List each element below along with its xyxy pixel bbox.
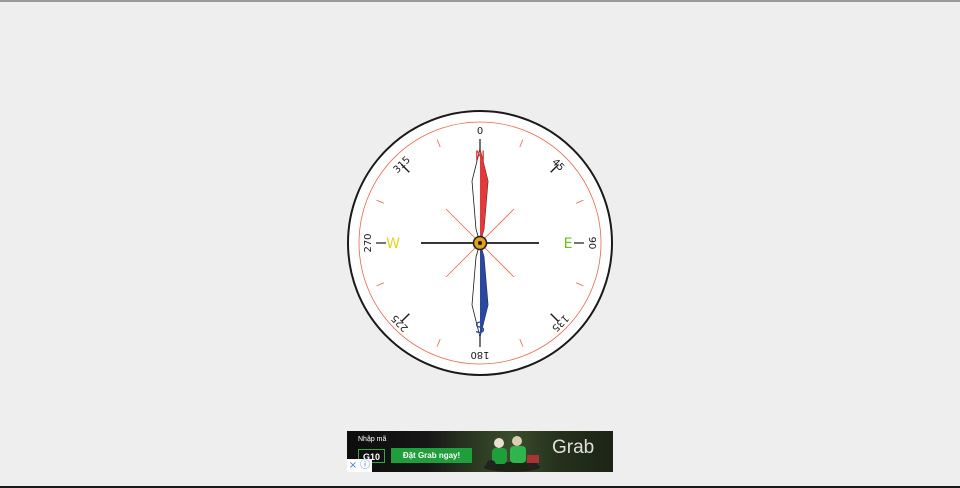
ad-riders-image [484,436,540,472]
cardinal-north: N [475,149,485,165]
ad-brand-logo: Grab [552,437,595,458]
cardinal-south: S [475,318,485,337]
degree-label-90: 90 [586,237,597,250]
ad-promo-label: Nhập mã [358,436,387,443]
compass-widget: N E S W 0 45 90 135 180 225 270 315 [346,109,614,377]
cardinal-east: E [564,236,573,252]
degree-label-180: 180 [470,349,489,360]
compass-dial: N E S W 0 45 90 135 180 225 270 315 [347,110,613,376]
browser-top-border [0,0,960,2]
ad-cta-button[interactable]: Đặt Grab ngay! [391,448,472,463]
degree-label-270: 270 [363,233,374,252]
cardinal-west: W [386,236,400,252]
ad-close-icon[interactable]: × [347,459,359,472]
adchoices-controls[interactable]: × ⓘ [347,459,372,472]
ad-info-icon[interactable]: ⓘ [359,459,371,472]
degree-label-0: 0 [477,126,483,137]
grab-ad-banner[interactable]: Nhập mã G10 Đặt Grab ngay! Grab × ⓘ [347,431,613,472]
